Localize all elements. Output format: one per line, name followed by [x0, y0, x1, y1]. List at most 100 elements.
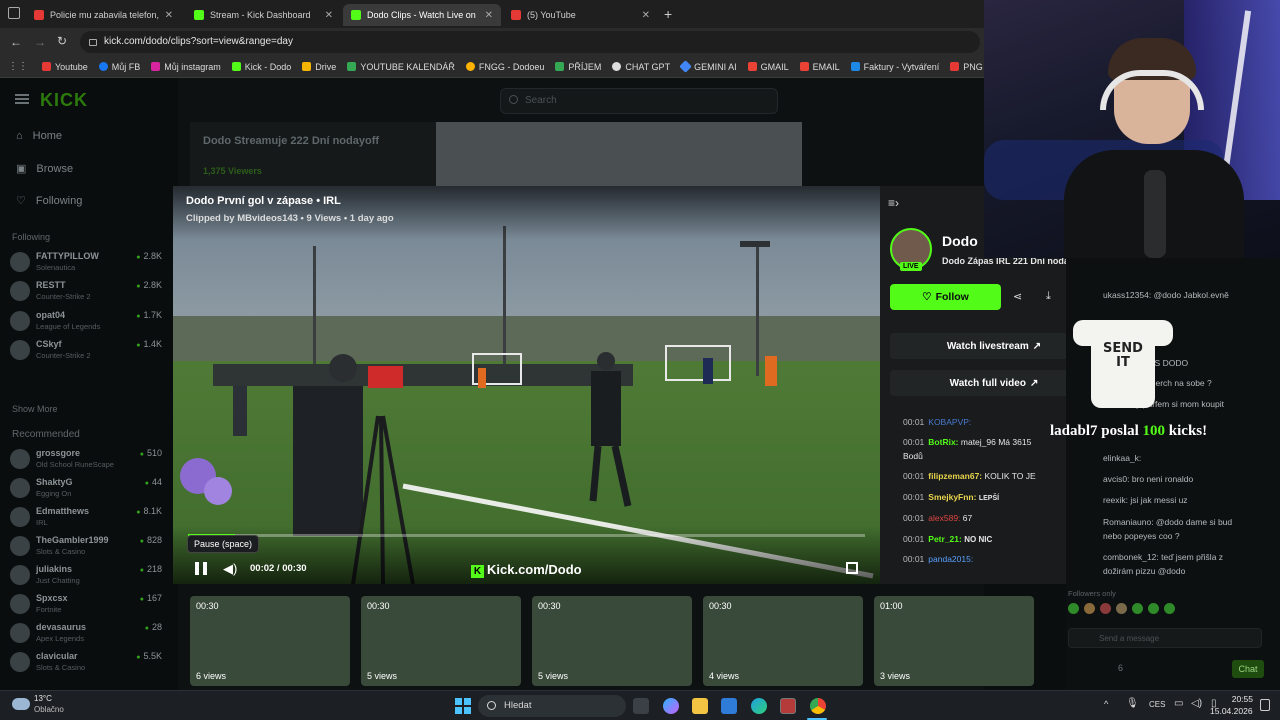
- windows-start-icon[interactable]: [455, 698, 471, 714]
- bookmark-gemini[interactable]: GEMINI AI: [679, 60, 737, 73]
- follow-button[interactable]: ♡ Follow: [890, 284, 1001, 310]
- bookmark-drive[interactable]: Drive: [302, 62, 336, 72]
- clock-date[interactable]: 15.04.2026: [1210, 706, 1253, 716]
- emote-icon[interactable]: [1068, 603, 1079, 614]
- close-tab-icon[interactable]: ✕: [325, 10, 333, 21]
- outlook-icon[interactable]: [721, 698, 737, 714]
- task-view-icon[interactable]: [633, 698, 649, 714]
- back-icon[interactable]: ←: [10, 35, 22, 49]
- file-explorer-icon[interactable]: [692, 698, 708, 714]
- recommended-item[interactable]: devasaurus Apex Legends 28: [10, 619, 162, 647]
- close-tab-icon[interactable]: ✕: [485, 10, 493, 21]
- recommended-item[interactable]: Spxcsx Fortnite 167: [10, 590, 162, 618]
- collapse-chat-icon[interactable]: ≡›: [888, 196, 899, 210]
- search-input[interactable]: Search: [500, 88, 778, 114]
- volume-icon[interactable]: ◀): [223, 561, 237, 577]
- volume-icon[interactable]: ◁): [1191, 698, 1202, 709]
- following-item[interactable]: CSkyf Counter-Strike 2 1.4K: [10, 336, 162, 364]
- clip-thumbnail[interactable]: 00:30 5 views: [532, 596, 692, 686]
- bookmark-youtube[interactable]: Youtube: [42, 62, 88, 72]
- recommended-item[interactable]: clavicular Slots & Casino 5.5K: [10, 648, 162, 676]
- emote-icon[interactable]: [1164, 603, 1175, 614]
- copilot-icon[interactable]: [663, 698, 679, 714]
- bookmark-chatgpt[interactable]: CHAT GPT: [612, 62, 670, 72]
- network-icon[interactable]: ▭: [1174, 698, 1183, 709]
- chat-user[interactable]: panda2015:: [928, 554, 973, 564]
- clip-thumbnail[interactable]: 00:30 6 views: [190, 596, 350, 686]
- close-tab-icon[interactable]: ✕: [642, 10, 650, 21]
- bookmark-prijem[interactable]: PŘÍJEM: [555, 62, 601, 72]
- chat-user[interactable]: Petr_21:: [928, 534, 962, 544]
- chat-user[interactable]: KOBAPVP:: [928, 417, 971, 427]
- fullscreen-icon[interactable]: [846, 562, 858, 574]
- tab-search-icon[interactable]: [8, 7, 20, 19]
- bookmark-gmail[interactable]: GMAIL: [747, 62, 789, 72]
- chat-user[interactable]: BotRix:: [928, 437, 958, 447]
- share-icon[interactable]: ⋖: [1013, 290, 1022, 303]
- bookmark-email[interactable]: EMAIL: [799, 62, 840, 72]
- menu-icon[interactable]: [15, 94, 29, 104]
- microphone-icon[interactable]: 🎙: [1126, 698, 1139, 709]
- chat-user[interactable]: filipzeman67:: [928, 471, 982, 481]
- recommended-item[interactable]: ShaktyG Egging On 44: [10, 474, 162, 502]
- show-more-link[interactable]: Show More: [12, 404, 58, 414]
- reload-icon[interactable]: ↻: [57, 34, 67, 48]
- tab-dodo-clips[interactable]: Dodo Clips - Watch Live on ✕: [343, 4, 501, 26]
- forward-icon[interactable]: →: [34, 35, 46, 49]
- following-item[interactable]: opat04 League of Legends 1.7K: [10, 307, 162, 335]
- emote-icon[interactable]: [1100, 603, 1111, 614]
- send-message-input[interactable]: Send a message: [1068, 628, 1262, 648]
- weather-icon[interactable]: [12, 698, 30, 710]
- recommended-item[interactable]: TheGambler1999 Slots & Casino 828: [10, 532, 162, 560]
- tab-policie[interactable]: Policie mu zabavila telefon, ✕: [26, 4, 181, 26]
- tab-youtube[interactable]: (5) YouTube ✕: [503, 4, 658, 26]
- nav-following[interactable]: ♡ Following: [16, 194, 82, 208]
- bookmark-fngg[interactable]: FNGG - Dodoeu: [465, 62, 544, 72]
- clock-time[interactable]: 20:55: [1213, 694, 1253, 704]
- bookmark-faktury[interactable]: Faktury - Vytváření: [850, 62, 939, 72]
- pause-icon[interactable]: [195, 562, 207, 575]
- emote-icon[interactable]: [1132, 603, 1143, 614]
- bookmark-kick[interactable]: Kick - Dodo: [231, 62, 291, 72]
- close-tab-icon[interactable]: ✕: [165, 10, 173, 21]
- clip-video-player[interactable]: Dodo První gol v zápase • IRL Clipped by…: [173, 186, 880, 584]
- emote-icon[interactable]: [1116, 603, 1127, 614]
- new-tab-icon[interactable]: +: [664, 6, 672, 22]
- stream-card[interactable]: Dodo Streamuje 222 Dní nodayoff 1,375 Vi…: [190, 122, 436, 188]
- recommended-item[interactable]: juliakins Just Chatting 218: [10, 561, 162, 589]
- recommended-item[interactable]: grossgore Old School RuneScape 510: [10, 445, 162, 473]
- recommended-item[interactable]: Edmatthews IRL 8.1K: [10, 503, 162, 531]
- stream-preview[interactable]: [436, 122, 802, 188]
- bookmark-fb[interactable]: Můj FB: [98, 62, 140, 72]
- clip-thumbnail[interactable]: 01:00 3 views: [874, 596, 1034, 686]
- channel-name[interactable]: Dodo: [942, 233, 978, 249]
- following-item[interactable]: RESTT Counter-Strike 2 2.8K: [10, 277, 162, 305]
- bookmark-instagram[interactable]: Můj instagram: [151, 62, 221, 72]
- notification-icon[interactable]: [1260, 699, 1270, 711]
- nav-browse[interactable]: ▣ Browse: [16, 162, 73, 176]
- tab-kick-dashboard[interactable]: Stream - Kick Dashboard ✕: [186, 4, 341, 26]
- chat-user[interactable]: SmejkyFnn:: [928, 492, 976, 502]
- taskbar-search[interactable]: Hledat: [478, 695, 626, 717]
- chat-button[interactable]: Chat: [1232, 660, 1264, 678]
- progress-bar[interactable]: [188, 534, 865, 537]
- clip-thumbnail[interactable]: 00:30 5 views: [361, 596, 521, 686]
- download-icon[interactable]: ⤓: [1046, 290, 1051, 303]
- edge-icon[interactable]: [751, 698, 767, 714]
- following-item[interactable]: FATTYPILLOW Solenautica 2.8K: [10, 248, 162, 276]
- tray-chevron-icon[interactable]: ^: [1104, 699, 1108, 709]
- bookmark-yt-calendar[interactable]: YOUTUBE KALENDÁŘ: [347, 62, 455, 72]
- clip-thumbnail[interactable]: 00:30 4 views: [703, 596, 863, 686]
- chat-user[interactable]: alex589:: [928, 513, 960, 523]
- bookmark-png-pdf[interactable]: PNG to PDF: [950, 62, 984, 72]
- chrome-icon[interactable]: [810, 698, 826, 714]
- apps-icon[interactable]: ⋮⋮: [8, 61, 28, 72]
- site-info-icon[interactable]: [89, 39, 97, 46]
- url-input[interactable]: kick.com/dodo/clips?sort=view&range=day: [80, 31, 980, 53]
- emote-icon[interactable]: [1148, 603, 1159, 614]
- nav-home[interactable]: ⌂ Home: [16, 130, 62, 142]
- kick-logo[interactable]: KICK: [40, 90, 88, 111]
- language-indicator[interactable]: CES: [1149, 700, 1165, 709]
- emote-icon[interactable]: [1084, 603, 1095, 614]
- app-icon[interactable]: [780, 698, 796, 714]
